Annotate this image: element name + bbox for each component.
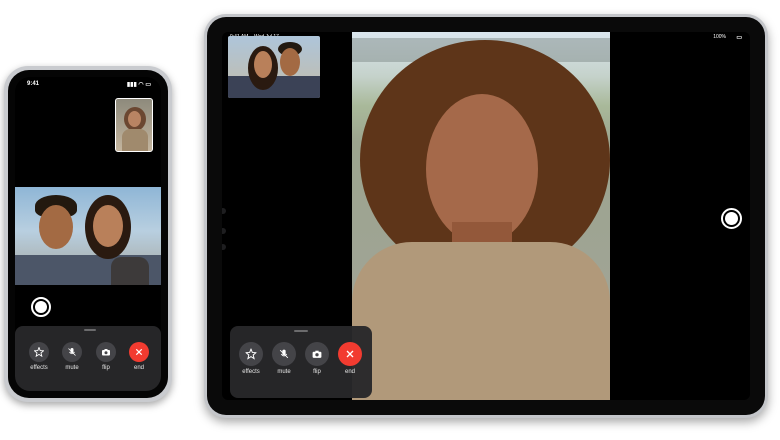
man-face [39, 205, 73, 249]
iphone-notch [57, 77, 121, 88]
flip-button[interactable]: flip [304, 342, 330, 375]
ipad-bezel: 9:41 AM Wed Jul 17 100% ▭ [207, 17, 765, 415]
ipad-remote-video [352, 32, 610, 400]
end-label: end [344, 369, 355, 375]
pip-woman-face [254, 51, 272, 78]
pip-man-face [280, 48, 300, 76]
panel-grabber[interactable] [294, 330, 308, 332]
shutter-button[interactable] [721, 208, 742, 229]
iphone-screen: 9:41 ▮▮▮ ◠ ▭ effects mute flip end [15, 77, 161, 391]
effects-button[interactable]: effects [238, 342, 264, 375]
mute-button[interactable]: mute [271, 342, 297, 375]
flip-label: flip [102, 365, 110, 371]
woman-face [93, 205, 123, 247]
panel-grabber[interactable] [84, 329, 96, 331]
self-jacket [122, 129, 148, 151]
iphone-status-time: 9:41 [27, 81, 40, 87]
self-face [128, 111, 141, 127]
ipad-sensor [222, 244, 226, 250]
flip-button[interactable]: flip [95, 342, 117, 371]
effects-button[interactable]: effects [28, 342, 50, 371]
woman-clothes [111, 257, 149, 285]
effects-label: effects [242, 369, 260, 375]
star-icon [34, 347, 44, 357]
iphone-call-controls: effects mute flip end [15, 326, 161, 391]
flip-label: flip [313, 369, 321, 375]
mute-label: mute [277, 369, 291, 375]
camera-icon [102, 349, 110, 356]
camera-icon [312, 350, 322, 358]
ipad-sensor [222, 208, 226, 214]
iphone-remote-video [15, 187, 161, 285]
iphone-bezel: 9:41 ▮▮▮ ◠ ▭ effects mute flip end [8, 70, 168, 398]
iphone-device: 9:41 ▮▮▮ ◠ ▭ effects mute flip end [4, 66, 172, 402]
iphone-self-view[interactable] [115, 98, 153, 152]
ipad-sensor [222, 228, 226, 234]
ipad-device: 9:41 AM Wed Jul 17 100% ▭ [204, 14, 768, 418]
ipad-battery-icon: ▭ [736, 35, 742, 41]
mute-button[interactable]: mute [61, 342, 83, 371]
x-icon [135, 348, 143, 356]
ipad-battery-percent: 100% [713, 34, 726, 40]
ipad-screen: 9:41 AM Wed Jul 17 100% ▭ [222, 32, 750, 400]
ipad-call-controls: effects mute flip end [230, 326, 372, 398]
mute-label: mute [65, 365, 79, 371]
star-icon [245, 348, 257, 360]
mic-slash-icon [68, 348, 76, 356]
mic-slash-icon [279, 349, 289, 359]
ipad-self-view[interactable] [228, 36, 320, 98]
end-call-button[interactable]: end [337, 342, 363, 375]
remote-jacket [352, 242, 610, 400]
end-label: end [133, 365, 144, 371]
x-icon [346, 350, 354, 358]
iphone-status-icons: ▮▮▮ ◠ ▭ [126, 82, 151, 88]
end-call-button[interactable]: end [128, 342, 150, 371]
effects-label: effects [30, 365, 48, 371]
shutter-button[interactable] [31, 297, 51, 317]
